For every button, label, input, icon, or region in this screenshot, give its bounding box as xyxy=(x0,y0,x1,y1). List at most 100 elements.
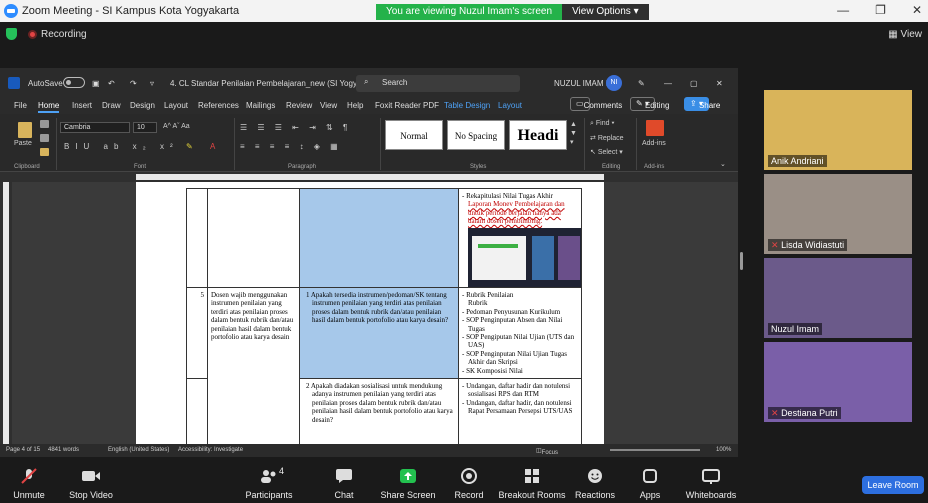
menu-table-layout[interactable]: Layout xyxy=(498,101,522,110)
autosave-toggle[interactable] xyxy=(63,77,85,88)
chat-button[interactable]: Chat xyxy=(309,462,379,503)
menu-mailings[interactable]: Mailings xyxy=(246,101,275,110)
table-cell[interactable]: 2 Apakah diadakan sosialisasi untuk mend… xyxy=(299,378,459,444)
table-cell[interactable] xyxy=(186,188,208,288)
close-icon[interactable]: ✕ xyxy=(912,3,922,17)
stop-video-button[interactable]: Stop Video xyxy=(56,462,126,503)
copy-icon[interactable] xyxy=(40,134,49,142)
view-button[interactable]: ▦ View xyxy=(888,29,922,40)
menu-draw[interactable]: Draw xyxy=(102,101,121,110)
gallery-splitter[interactable] xyxy=(740,252,743,270)
select-button[interactable]: ↖ Select ▾ xyxy=(590,148,623,156)
redo-icon[interactable]: ↷ xyxy=(130,79,137,88)
styles-scroll-icon[interactable]: ▲ ▼ ▾ xyxy=(570,120,577,147)
language-status[interactable]: English (United States) xyxy=(108,447,169,453)
video-tile[interactable]: Nuzul Imam xyxy=(764,258,912,338)
menu-help[interactable]: Help xyxy=(347,101,363,110)
table-cell[interactable]: 1 Apakah tersedia instrumen/pedoman/SK t… xyxy=(299,287,459,379)
list-icons[interactable]: ☰ ☰ ☰ ⇤ ⇥ ⇅ ¶ xyxy=(240,123,351,132)
table-cell[interactable]: - Rubrik Penilaian Rubrik - Pedoman Peny… xyxy=(458,287,582,379)
format-painter-icon[interactable] xyxy=(40,148,49,156)
video-tile[interactable]: ✕ Destiana Putri xyxy=(764,342,912,422)
cut-icon[interactable] xyxy=(40,120,49,128)
document-canvas[interactable]: - Rekapitulasi Nilai Tugas Akhir Laporan… xyxy=(12,182,738,444)
menu-foxit[interactable]: Foxit Reader PDF xyxy=(375,101,439,110)
minimize-icon[interactable]: — xyxy=(837,3,849,17)
highlight-icon[interactable]: ✎ xyxy=(186,142,193,151)
participants-button[interactable]: 4 Participants xyxy=(234,462,304,503)
customize-qat-icon[interactable]: ▿ xyxy=(150,79,154,88)
addins-label[interactable]: Add-ins xyxy=(642,140,666,147)
breakout-rooms-button[interactable]: Breakout Rooms xyxy=(497,462,567,503)
editing-button[interactable]: ✎ Editing ▾ xyxy=(630,97,669,111)
addins-icon[interactable] xyxy=(646,120,664,136)
table-cell[interactable] xyxy=(299,188,459,288)
document-title[interactable]: 4. CL Standar Penilaian Pembelajaran_new… xyxy=(170,79,368,88)
paste-icon[interactable] xyxy=(18,122,32,138)
vertical-ruler[interactable] xyxy=(0,182,12,444)
record-button[interactable]: Record xyxy=(434,462,504,503)
font-size-select[interactable]: 10 xyxy=(133,122,157,133)
replace-button[interactable]: ⇄ Replace xyxy=(590,134,624,142)
table-cell[interactable]: Dosen wajib menggunakan instrumen penila… xyxy=(207,287,300,444)
undo-icon[interactable]: ↶ xyxy=(108,79,115,88)
apps-button[interactable]: Apps xyxy=(615,462,685,503)
horizontal-ruler[interactable] xyxy=(0,172,738,182)
video-tile[interactable]: Anik Andriani xyxy=(764,90,912,170)
table-cell[interactable] xyxy=(186,378,208,444)
menu-design[interactable]: Design xyxy=(130,101,155,110)
comments-button[interactable]: ▭ Comments xyxy=(570,97,622,111)
pen-icon[interactable]: ✎ xyxy=(638,79,645,88)
leave-room-button[interactable]: Leave Room xyxy=(862,476,924,494)
focus-button[interactable]: ◫ Focus xyxy=(536,447,558,456)
restore-icon[interactable]: ❐ xyxy=(875,3,886,17)
menu-layout[interactable]: Layout xyxy=(164,101,188,110)
menu-table-design[interactable]: Table Design xyxy=(444,101,490,110)
share-button[interactable]: ⇪ Share ▾ xyxy=(684,97,720,111)
word-ribbon: Paste Clipboard Cambria 10 A^ Aˇ Aa BIU … xyxy=(0,114,738,172)
video-tile[interactable]: ✕ Lisda Widiastuti xyxy=(764,174,912,254)
find-button[interactable]: ⌕ Find ▾ xyxy=(590,120,614,128)
style-heading[interactable]: Headi xyxy=(509,120,567,150)
word-restore-icon[interactable]: ▢ xyxy=(690,79,698,88)
whiteboards-button[interactable]: Whiteboards xyxy=(676,462,746,503)
security-shield-icon[interactable] xyxy=(6,28,17,40)
word-search-box[interactable]: Search xyxy=(356,75,520,92)
share-screen-button[interactable]: Share Screen xyxy=(373,462,443,503)
unmute-button[interactable]: Unmute xyxy=(0,462,64,503)
menu-file[interactable]: File xyxy=(14,101,27,110)
zoom-slider[interactable] xyxy=(610,449,700,451)
font-name-select[interactable]: Cambria xyxy=(60,122,130,133)
grow-font-icon[interactable]: A^ Aˇ Aa xyxy=(163,123,190,130)
page-count[interactable]: Page 4 of 15 xyxy=(6,447,40,453)
word-count[interactable]: 4841 words xyxy=(48,447,79,453)
table-cell[interactable]: - Undangan, daftar hadir dan notulensi s… xyxy=(458,378,582,444)
font-color-icon[interactable]: A xyxy=(210,142,215,151)
word-close-icon[interactable]: ✕ xyxy=(716,79,723,88)
ribbon-separator xyxy=(636,118,637,170)
table-cell[interactable]: 5 xyxy=(186,287,208,379)
menu-home[interactable]: Home xyxy=(38,101,60,113)
accessibility-status[interactable]: Accessibility: Investigate xyxy=(178,447,243,453)
menu-references[interactable]: References xyxy=(198,101,239,110)
save-icon[interactable]: ▣ xyxy=(92,79,100,88)
style-normal[interactable]: Normal xyxy=(385,120,443,150)
font-format-icons[interactable]: BIU ab x₂ x² xyxy=(64,142,179,151)
align-icons[interactable]: ≡ ≡ ≡ ≡ ↕ ◈ ▦ xyxy=(240,142,342,151)
zoom-level[interactable]: 100% xyxy=(716,447,731,453)
paste-label[interactable]: Paste xyxy=(14,140,32,147)
embedded-screenshot-image[interactable] xyxy=(468,227,581,287)
table-cell[interactable]: - Rekapitulasi Nilai Tugas Akhir Laporan… xyxy=(458,188,582,288)
recording-indicator[interactable]: Recording xyxy=(28,29,87,40)
collapse-ribbon-icon[interactable]: ⌄ xyxy=(720,160,726,168)
view-options-button[interactable]: View Options ▾ xyxy=(562,4,649,20)
menu-insert[interactable]: Insert xyxy=(72,101,92,110)
menu-view[interactable]: View xyxy=(320,101,337,110)
table-cell[interactable] xyxy=(207,188,300,288)
user-avatar[interactable]: NI xyxy=(606,75,622,91)
style-no-spacing[interactable]: No Spacing xyxy=(447,120,505,150)
document-page[interactable]: - Rekapitulasi Nilai Tugas Akhir Laporan… xyxy=(136,182,604,444)
menu-review[interactable]: Review xyxy=(286,101,312,110)
word-minimize-icon[interactable]: — xyxy=(664,79,672,88)
participant-name: ✕ Lisda Widiastuti xyxy=(768,239,848,251)
